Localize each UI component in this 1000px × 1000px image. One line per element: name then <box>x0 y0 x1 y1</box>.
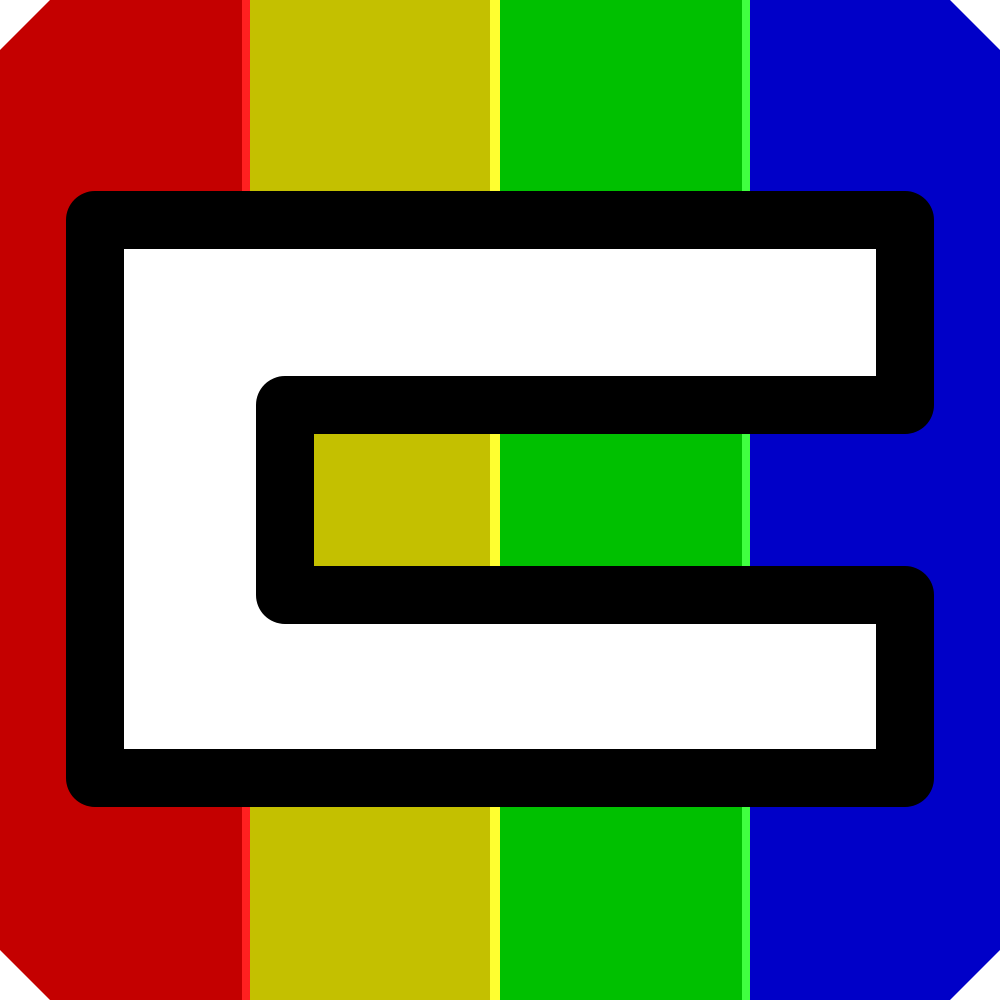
stripe-blue <box>750 0 1000 1000</box>
stripe-green <box>500 0 750 1000</box>
stripe-green-highlight <box>742 0 750 1000</box>
app-icon <box>0 0 1000 1000</box>
stripe-yellow-highlight <box>490 0 500 1000</box>
rainbow-letter-e-icon <box>0 0 1000 1000</box>
